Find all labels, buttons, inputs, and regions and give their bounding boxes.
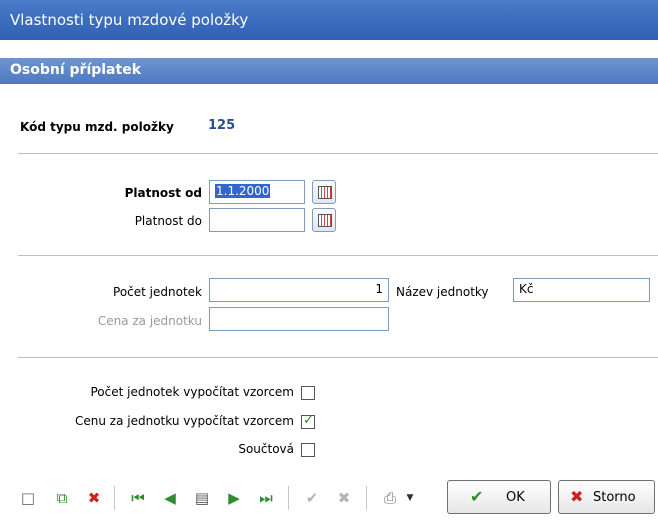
unit-count-input[interactable]: 1 bbox=[209, 278, 389, 302]
calc-price-label: Cenu za jednotku vypočítat vzorcem bbox=[75, 414, 294, 428]
divider bbox=[18, 255, 658, 256]
calendar-button-to[interactable] bbox=[312, 208, 336, 232]
valid-to-input[interactable] bbox=[209, 208, 305, 232]
delete-document-icon[interactable]: ✖ bbox=[84, 488, 104, 508]
ok-button[interactable]: ✔ OK bbox=[447, 480, 551, 514]
calendar-icon bbox=[318, 186, 332, 199]
unit-count-label: Počet jednotek bbox=[113, 285, 202, 299]
valid-from-label: Platnost od bbox=[124, 186, 202, 200]
unit-name-label: Název jednotky bbox=[396, 285, 489, 299]
next-record-icon[interactable]: ▶ bbox=[224, 488, 244, 508]
unit-price-input bbox=[209, 307, 389, 331]
divider bbox=[18, 153, 658, 154]
print-dropdown-icon[interactable]: ▼ bbox=[404, 488, 416, 508]
title-spacer bbox=[0, 40, 658, 58]
code-value: 125 bbox=[208, 118, 236, 133]
storno-button[interactable]: ✖ Storno bbox=[558, 480, 655, 514]
sum-checkbox[interactable] bbox=[301, 443, 315, 457]
calc-count-checkbox[interactable] bbox=[301, 386, 315, 400]
last-record-icon[interactable]: ⏭ bbox=[256, 488, 276, 508]
item-name-title: Osobní příplatek bbox=[10, 62, 142, 78]
toolbar-separator bbox=[366, 486, 367, 510]
unit-price-label: Cena za jednotku bbox=[97, 314, 202, 328]
code-label: Kód typu mzd. položky bbox=[20, 120, 174, 134]
valid-from-value: 1.1.2000 bbox=[215, 184, 271, 198]
bottom-toolbar: □ ⧉ ✖ ⏮ ◀ ▤ ▶ ⏭ ✔ ✖ ⎙ ▼ ✔ OK ✖ Storno bbox=[0, 468, 658, 525]
toolbar-separator bbox=[114, 486, 115, 510]
valid-from-input[interactable]: 1.1.2000 bbox=[209, 180, 305, 204]
close-icon: ✖ bbox=[570, 487, 584, 506]
first-record-icon[interactable]: ⏮ bbox=[128, 488, 148, 508]
unit-name-input[interactable]: Kč bbox=[513, 278, 650, 302]
ok-button-label: OK bbox=[506, 490, 525, 505]
valid-to-label: Platnost do bbox=[134, 214, 202, 228]
window-title: Vlastnosti typu mzdové položky bbox=[10, 11, 249, 29]
sum-label: Součtová bbox=[238, 442, 294, 456]
cancel-icon: ✖ bbox=[337, 489, 351, 507]
print-icon[interactable]: ⎙ bbox=[380, 488, 400, 508]
copy-document-icon[interactable]: ⧉ bbox=[52, 488, 72, 508]
calc-price-checkbox[interactable] bbox=[301, 413, 315, 429]
calc-count-label: Počet jednotek vypočítat vzorcem bbox=[90, 385, 294, 399]
confirm-icon: ✔ bbox=[305, 489, 319, 507]
dialog-window: Vlastnosti typu mzdové položky Osobní př… bbox=[0, 0, 658, 525]
storno-button-label: Storno bbox=[593, 490, 636, 505]
list-icon[interactable]: ▤ bbox=[192, 488, 212, 508]
subtitle-bar: Osobní příplatek bbox=[0, 58, 658, 84]
previous-record-icon[interactable]: ◀ bbox=[160, 488, 180, 508]
calendar-icon bbox=[318, 214, 332, 227]
title-bar: Vlastnosti typu mzdové položky bbox=[0, 0, 658, 40]
toolbar-separator bbox=[288, 486, 289, 510]
calendar-button-from[interactable] bbox=[312, 180, 336, 204]
divider bbox=[18, 357, 658, 358]
check-icon: ✔ bbox=[470, 487, 484, 506]
new-document-icon[interactable]: □ bbox=[18, 488, 38, 508]
